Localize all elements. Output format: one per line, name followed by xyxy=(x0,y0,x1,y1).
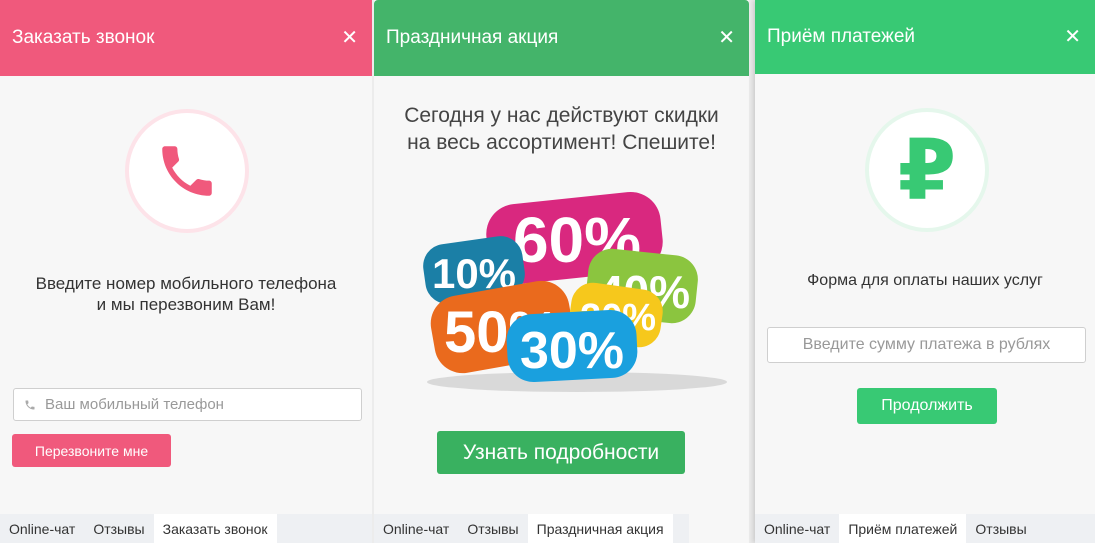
tab-callback[interactable]: Заказать звонок xyxy=(153,514,277,543)
payment-tabs: Online-чат Приём платежей Отзывы xyxy=(755,514,1095,543)
payment-title: Приём платежей xyxy=(767,26,916,47)
promo-header: Праздничная акция ✕ xyxy=(374,0,749,76)
tab-online-chat[interactable]: Online-чат xyxy=(374,514,458,543)
tab-online-chat[interactable]: Online-чат xyxy=(0,514,84,543)
promo-widget: Праздничная акция ✕ Сегодня у нас действ… xyxy=(374,0,749,543)
phone-input[interactable]: Ваш мобильный телефон xyxy=(13,388,362,421)
callback-header: Заказать звонок ✕ xyxy=(0,0,372,76)
tab-payment[interactable]: Приём платежей xyxy=(839,514,967,543)
payment-continue-button[interactable]: Продолжить xyxy=(857,388,997,424)
amount-input-placeholder: Введите сумму платежа в рублях xyxy=(802,336,1051,353)
payment-message: Форма для оплаты наших услуг xyxy=(807,272,1043,289)
promo-details-button[interactable]: Узнать подробности xyxy=(437,431,685,474)
phone-small-icon xyxy=(25,400,35,409)
close-icon[interactable]: ✕ xyxy=(341,28,358,48)
badge-30: 30% xyxy=(520,322,624,380)
amount-input[interactable]: Введите сумму платежа в рублях xyxy=(767,327,1086,363)
close-icon[interactable]: ✕ xyxy=(718,28,735,48)
promo-tabs: Online-чат Отзывы Праздничная акция xyxy=(374,514,689,543)
close-icon[interactable]: ✕ xyxy=(1064,27,1081,47)
tab-reviews[interactable]: Отзывы xyxy=(84,514,153,543)
callback-submit-button[interactable]: Перезвоните мне xyxy=(12,434,171,467)
tab-promo[interactable]: Праздничная акция xyxy=(527,514,673,543)
callback-title: Заказать звонок xyxy=(12,27,155,48)
ruble-icon: ₽ xyxy=(897,123,957,217)
ruble-icon-circle: ₽ xyxy=(865,108,989,232)
callback-widget: Заказать звонок ✕ Введите номер мобильно… xyxy=(0,0,372,543)
callback-tabs: Online-чат Отзывы Заказать звонок xyxy=(0,514,372,543)
promo-title: Праздничная акция xyxy=(386,27,559,48)
phone-input-placeholder: Ваш мобильный телефон xyxy=(45,396,224,413)
phone-icon-circle xyxy=(125,109,249,233)
tab-online-chat[interactable]: Online-чат xyxy=(755,514,839,543)
callback-message: Введите номер мобильного телефона и мы п… xyxy=(35,274,337,314)
tab-reviews[interactable]: Отзывы xyxy=(458,514,527,543)
phone-icon xyxy=(162,146,212,196)
discount-badges-image: 60% 10% 40% 50% 20% 30% xyxy=(423,191,727,392)
promo-message: Сегодня у нас действуют скидки на весь а… xyxy=(404,104,719,154)
tab-reviews[interactable]: Отзывы xyxy=(966,514,1035,543)
payment-widget: Приём платежей ✕ ₽ Форма для оплаты наши… xyxy=(755,0,1095,543)
payment-header: Приём платежей ✕ xyxy=(755,0,1095,74)
